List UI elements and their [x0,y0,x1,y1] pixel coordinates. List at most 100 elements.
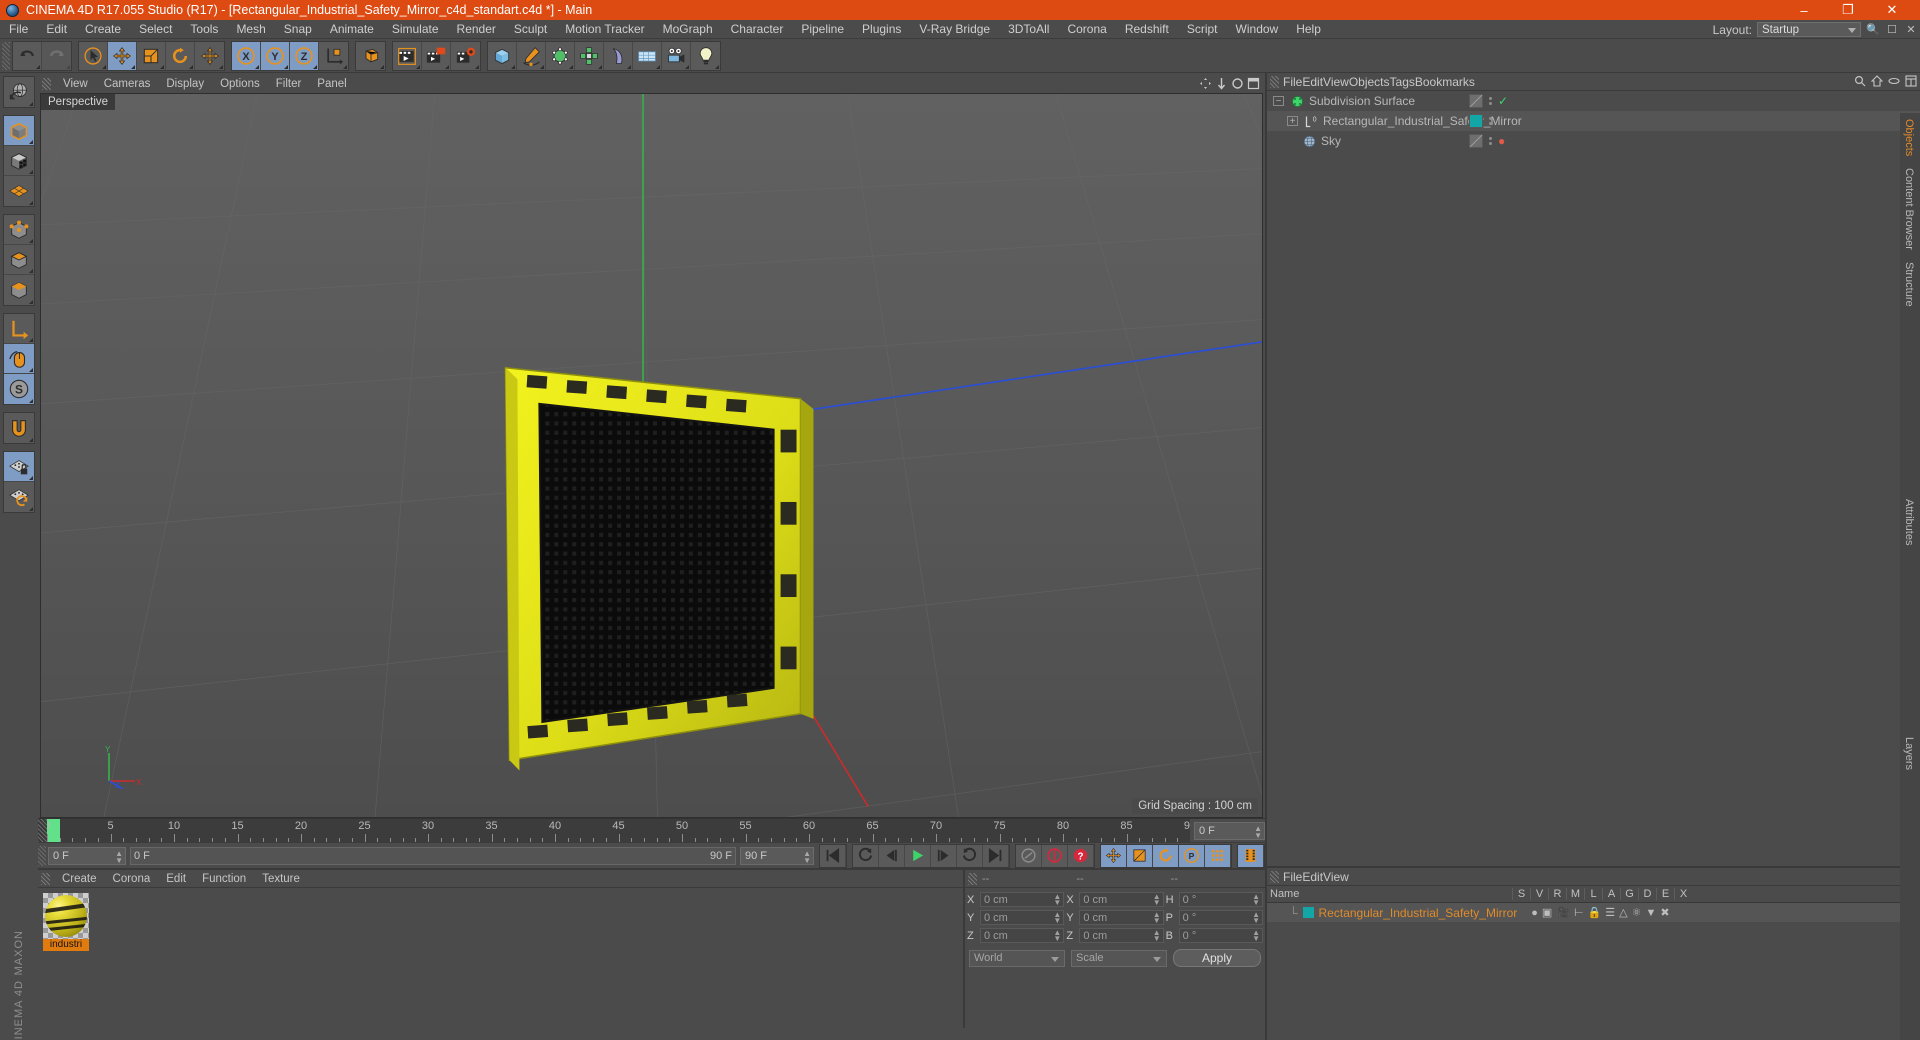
render-settings-button[interactable] [451,41,480,70]
move-tool-button[interactable] [108,41,137,70]
position-field-Z[interactable]: 0 cm ▲ ▼ [980,928,1065,943]
coordinate-system-dropdown[interactable]: World [969,949,1065,967]
column-header-X[interactable]: X [1674,888,1692,900]
menu-item-plugins[interactable]: Plugins [853,20,910,39]
object-menu-edit[interactable]: Edit [1302,75,1323,89]
stepper-icon[interactable]: ▲ ▼ [1252,911,1260,925]
flyout-corner-icon[interactable] [29,269,33,273]
add-light-button[interactable] [691,41,720,70]
render-view-button[interactable] [356,41,385,70]
workplane-lock-button[interactable] [4,452,34,482]
close-button[interactable]: ✕ [1870,0,1914,20]
stepper-icon[interactable]: ▲ ▼ [1153,893,1161,907]
object-menu-file[interactable]: File [1283,75,1302,89]
toolbar-grip[interactable] [2,41,10,70]
menu-item-animate[interactable]: Animate [321,20,383,39]
flyout-corner-icon[interactable] [29,399,33,403]
enable-axis-button[interactable] [4,344,34,374]
stepper-icon[interactable]: ▲ ▼ [115,849,123,864]
menu-item-render[interactable]: Render [448,20,505,39]
bottom-right-grip[interactable] [1270,870,1279,883]
menu-item-script[interactable]: Script [1178,20,1227,39]
object-tree-row[interactable]: Sky ● [1267,131,1920,151]
stepper-icon[interactable]: ▲ ▼ [1153,929,1161,943]
material-menu-edit[interactable]: Edit [158,870,194,888]
layout-panel-icon[interactable] [1905,75,1917,87]
enable-dots[interactable] [1489,117,1492,125]
go-to-next-key-button[interactable] [957,844,983,867]
size-field-Y[interactable]: 0 cm ▲ ▼ [1079,910,1164,925]
rotate-view-icon[interactable] [1231,77,1244,90]
stepper-icon[interactable]: ▲ ▼ [1153,911,1161,925]
position-field-X[interactable]: 0 cm ▲ ▼ [980,892,1065,907]
stepper-icon[interactable]: ▲ ▼ [1053,929,1061,943]
rotate-tool-button[interactable] [166,41,195,70]
apply-button[interactable]: Apply [1173,949,1261,967]
maximize-viewport-icon[interactable] [1247,77,1260,90]
bottom-right-menu-edit[interactable]: Edit [1302,870,1323,884]
flyout-corner-icon[interactable] [416,64,420,69]
rotation-field-P[interactable]: 0 ° ▲ ▼ [1178,910,1263,925]
menu-item-mesh[interactable]: Mesh [227,20,274,39]
size-field-Z[interactable]: 0 cm ▲ ▼ [1079,928,1164,943]
material-menu-grip[interactable] [41,872,50,885]
size-field-X[interactable]: 0 cm ▲ ▼ [1079,892,1164,907]
flyout-corner-icon[interactable] [29,476,33,480]
undo-view-button[interactable] [4,77,34,107]
flyout-corner-icon[interactable] [313,64,317,69]
stepper-icon[interactable]: ▲ ▼ [1053,911,1061,925]
flyout-corner-icon[interactable] [29,170,33,174]
expander-plus-icon[interactable]: + [1287,116,1298,127]
current-frame-field[interactable]: 0 F ▲ ▼ [48,846,126,865]
expander-minus-icon[interactable]: − [1273,96,1284,107]
flyout-corner-icon[interactable] [284,64,288,69]
flyout-corner-icon[interactable] [685,64,689,69]
visibility-toggle[interactable] [1469,134,1483,148]
menu-item-3dtoall[interactable]: 3DToAll [999,20,1058,39]
flyout-corner-icon[interactable] [255,64,259,69]
menu-item-mograph[interactable]: MoGraph [654,20,722,39]
menu-item-help[interactable]: Help [1287,20,1330,39]
record-scale-button[interactable] [1127,844,1153,867]
flyout-corner-icon[interactable] [627,64,631,69]
material-item[interactable]: industri [43,893,89,951]
timeline-ruler[interactable]: 0 5 10 15 20 25 30 35 40 45 50 55 60 65 70 75 80 85 90 [47,819,1190,842]
axis-z-button[interactable]: Z [290,41,319,70]
move-view-icon[interactable] [1199,77,1212,90]
object-row-flags[interactable]: ●▣🎥⊢🔒☰△⚛▼✖ [1531,906,1673,919]
redo-button[interactable] [42,41,71,70]
menu-item-create[interactable]: Create [76,20,130,39]
play-button[interactable] [905,844,931,867]
menu-item-pipeline[interactable]: Pipeline [792,20,853,39]
flyout-corner-icon[interactable] [189,64,193,69]
material-menu-create[interactable]: Create [54,870,105,888]
flyout-corner-icon[interactable] [540,64,544,69]
record-param-button[interactable]: P [1179,844,1205,867]
rotation-field-H[interactable]: 0 ° ▲ ▼ [1178,892,1263,907]
flyout-corner-icon[interactable] [66,64,70,69]
flyout-corner-icon[interactable] [475,64,479,69]
menu-item-window[interactable]: Window [1227,20,1288,39]
menu-item-motion-tracker[interactable]: Motion Tracker [556,20,653,39]
flyout-corner-icon[interactable] [598,64,602,69]
menu-item-simulate[interactable]: Simulate [383,20,448,39]
flyout-corner-icon[interactable] [29,338,33,342]
add-bend-deformer-button[interactable] [604,41,633,70]
flyout-corner-icon[interactable] [160,64,164,69]
column-header-V[interactable]: V [1530,888,1548,900]
go-to-end-button[interactable] [983,844,1009,867]
stepper-icon[interactable]: ▲ ▼ [1053,893,1061,907]
flyout-corner-icon[interactable] [131,64,135,69]
object-tag-marker[interactable]: ✓ [1498,94,1508,108]
material-menu-corona[interactable]: Corona [105,870,159,888]
object-menu-view[interactable]: View [1323,75,1349,89]
visibility-toggle[interactable] [1469,94,1483,108]
column-header-D[interactable]: D [1638,888,1656,900]
edges-mode-button[interactable] [4,245,34,275]
object-menu-bookmarks[interactable]: Bookmarks [1415,75,1475,89]
flyout-corner-icon[interactable] [511,64,515,69]
go-to-previous-key-button[interactable] [853,844,879,867]
viewport-menu-display[interactable]: Display [158,75,212,93]
object-menu-objects[interactable]: Objects [1349,75,1390,89]
object-tree-row[interactable]: − Subdivision Surface ✓ [1267,91,1920,111]
